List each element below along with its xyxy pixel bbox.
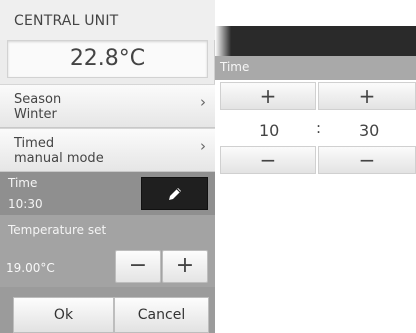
season-value: Winter	[14, 107, 57, 122]
hours-value: 10	[259, 121, 280, 140]
season-menu-item[interactable]: Season Winter ›	[0, 84, 215, 128]
temperature-decrease-button[interactable]: −	[115, 250, 161, 283]
timed-value: manual mode	[14, 151, 104, 166]
pencil-icon	[169, 188, 181, 200]
temperature-set-value: 19.00°C	[6, 261, 55, 275]
minutes-increase-button[interactable]: +	[318, 82, 416, 110]
season-label: Season	[14, 92, 62, 107]
time-editor-top-bar	[215, 26, 416, 56]
hours-decrease-button[interactable]: −	[220, 146, 316, 174]
time-editor-panel: Time + + 10 : 30 − −	[215, 26, 416, 177]
minutes-decrease-button[interactable]: −	[318, 146, 416, 174]
hours-increase-button[interactable]: +	[220, 82, 316, 110]
time-row: Time 10:30	[0, 172, 215, 215]
timed-label: Timed	[14, 136, 55, 151]
cancel-button[interactable]: Cancel	[114, 297, 209, 333]
current-temperature-display: 22.8°C	[7, 40, 208, 78]
timed-mode-menu-item[interactable]: Timed manual mode ›	[0, 128, 215, 172]
time-editor-title: Time	[220, 60, 250, 74]
chevron-right-icon: ›	[200, 93, 206, 111]
time-label: Time	[8, 176, 38, 190]
action-bar: Ok Cancel	[0, 287, 215, 333]
chevron-right-icon: ›	[200, 137, 206, 155]
panel-header: CENTRAL UNIT	[0, 0, 215, 40]
time-separator: :	[316, 119, 322, 137]
time-editor-header: Time	[215, 56, 416, 80]
time-value: 10:30	[8, 197, 43, 211]
temperature-increase-button[interactable]: +	[162, 250, 208, 283]
minutes-value: 30	[359, 121, 380, 140]
temperature-set-row: Temperature set 19.00°C − +	[0, 215, 215, 287]
ok-button[interactable]: Ok	[13, 297, 114, 333]
central-unit-panel: CENTRAL UNIT 22.8°C Season Winter › Time…	[0, 0, 215, 333]
panel-title: CENTRAL UNIT	[14, 13, 119, 29]
edit-time-button[interactable]	[141, 177, 208, 210]
temperature-set-label: Temperature set	[8, 223, 107, 237]
